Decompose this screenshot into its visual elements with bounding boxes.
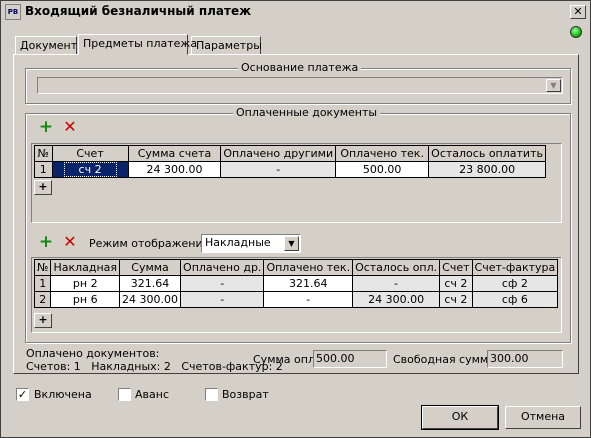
col-paid-current: Оплачено тек. — [335, 145, 430, 162]
cancel-button[interactable]: Отмена — [505, 406, 581, 429]
sum-paid-label: Сумма опл: — [253, 353, 319, 366]
waybill-cell[interactable]: рн 6 — [50, 291, 121, 308]
return-label: Возврат — [222, 388, 269, 401]
enabled-checkbox[interactable]: ✓ — [16, 388, 29, 401]
ok-button[interactable]: ОК — [421, 405, 499, 430]
tab-document[interactable]: Документ — [15, 36, 77, 55]
invoices-table: № Накладная Сумма Оплачено др. Оплачено … — [33, 259, 559, 308]
waybill-cell[interactable]: рн 2 — [50, 275, 121, 292]
display-mode-select[interactable]: Накладные ▼ — [201, 234, 301, 253]
basis-select[interactable]: ▼ — [37, 77, 563, 94]
invoice-cell: сф 6 — [471, 291, 559, 308]
display-mode-label: Режим отображения: — [89, 237, 213, 250]
add-invoice-icon[interactable]: + — [38, 234, 54, 251]
document-counts: Счетов: 1 Накладных: 2 Счетов-фактур: 2 — [26, 360, 283, 373]
window-title: Входящий безналичный платеж — [25, 4, 252, 18]
sum-paid-field: 500.00 — [313, 350, 387, 368]
table-row[interactable]: 2 рн 6 24 300.00 - - 24 300.00 сч 2 сф 6 — [33, 291, 559, 308]
paid-documents-title: Оплаченные документы — [233, 106, 381, 119]
add-document-icon[interactable]: + — [38, 119, 54, 136]
col-number: № — [33, 259, 52, 276]
invoice-cell: сф 2 — [471, 275, 559, 292]
remove-document-icon[interactable]: ✕ — [62, 119, 78, 135]
table-row[interactable]: 1 рн 2 321.64 - 321.64 - сч 2 сф 2 — [33, 275, 559, 292]
paid-current-cell[interactable]: - — [263, 291, 354, 308]
title-bar: PB Входящий безналичный платеж — [3, 3, 588, 21]
row-number: 2 — [33, 291, 52, 308]
left-cell: - — [352, 275, 441, 292]
col-account-sum: Сумма счета — [127, 145, 222, 162]
display-mode-value: Накладные — [205, 236, 271, 249]
chevron-down-icon[interactable]: ▼ — [546, 79, 561, 92]
col-left: Осталось опл. — [352, 259, 441, 276]
sum-cell[interactable]: 24 300.00 — [119, 291, 182, 308]
paid-documents-grid: № Счет Сумма счета Оплачено другими Опла… — [31, 143, 562, 223]
paid-documents-summary-label: Оплачено документов: — [26, 347, 160, 360]
tab-parameters[interactable]: Параметры — [191, 36, 262, 55]
col-account: Счет — [51, 145, 129, 162]
return-checkbox[interactable] — [205, 388, 218, 401]
invoices-header: № Накладная Сумма Оплачено др. Оплачено … — [33, 259, 559, 276]
account-cell: сч 2 — [439, 291, 473, 308]
add-row-button[interactable]: + — [34, 313, 52, 328]
row-number: 1 — [34, 161, 53, 178]
app-icon: PB — [5, 4, 21, 20]
account-value: сч 2 — [63, 162, 117, 177]
paid-other-cell: - — [180, 291, 265, 308]
col-paid-other: Оплачено др. — [180, 259, 265, 276]
payment-dialog: PB Входящий безналичный платеж ✕ Докумен… — [0, 0, 591, 438]
sum-cell[interactable]: 321.64 — [119, 275, 182, 292]
col-invoice: Счет-фактура — [471, 259, 559, 276]
account-cell: сч 2 — [439, 275, 473, 292]
basis-group-title: Основание платежа — [238, 61, 362, 74]
enabled-label: Включена — [34, 388, 92, 401]
left-to-pay-cell: 23 800.00 — [428, 161, 546, 178]
paid-documents-table: № Счет Сумма счета Оплачено другими Опла… — [34, 145, 546, 178]
add-row-button[interactable]: + — [34, 180, 52, 195]
paid-documents-header: № Счет Сумма счета Оплачено другими Опла… — [34, 145, 546, 162]
tab-payment-items[interactable]: Предметы платежа — [78, 34, 197, 55]
status-led-icon — [570, 26, 582, 38]
col-paid-current: Оплачено тек. — [263, 259, 354, 276]
chevron-down-icon[interactable]: ▼ — [284, 236, 299, 251]
free-sum-label: Свободная сумма: — [393, 353, 499, 366]
advance-label: Аванс — [135, 388, 169, 401]
col-paid-by-others: Оплачено другими — [220, 145, 337, 162]
advance-checkbox[interactable] — [118, 388, 131, 401]
remove-invoice-icon[interactable]: ✕ — [62, 234, 78, 250]
col-sum: Сумма — [119, 259, 182, 276]
invoices-grid: № Накладная Сумма Оплачено др. Оплачено … — [31, 257, 562, 333]
paid-other-cell: - — [180, 275, 265, 292]
paid-current-cell[interactable]: 500.00 — [335, 161, 430, 178]
col-waybill: Накладная — [50, 259, 121, 276]
left-cell: 24 300.00 — [352, 291, 441, 308]
col-number: № — [34, 145, 53, 162]
row-number: 1 — [33, 275, 52, 292]
table-row[interactable]: 1 сч 2 24 300.00 - 500.00 23 800.00 — [34, 161, 546, 178]
col-account: Счет — [439, 259, 473, 276]
paid-others-cell: - — [220, 161, 337, 178]
close-button[interactable]: ✕ — [570, 5, 586, 19]
account-sum-cell[interactable]: 24 300.00 — [127, 161, 222, 178]
account-cell[interactable]: сч 2 — [51, 161, 129, 178]
paid-current-cell[interactable]: 321.64 — [263, 275, 354, 292]
free-sum-field: 300.00 — [487, 350, 563, 368]
col-left-to-pay: Осталось оплатить — [428, 145, 546, 162]
